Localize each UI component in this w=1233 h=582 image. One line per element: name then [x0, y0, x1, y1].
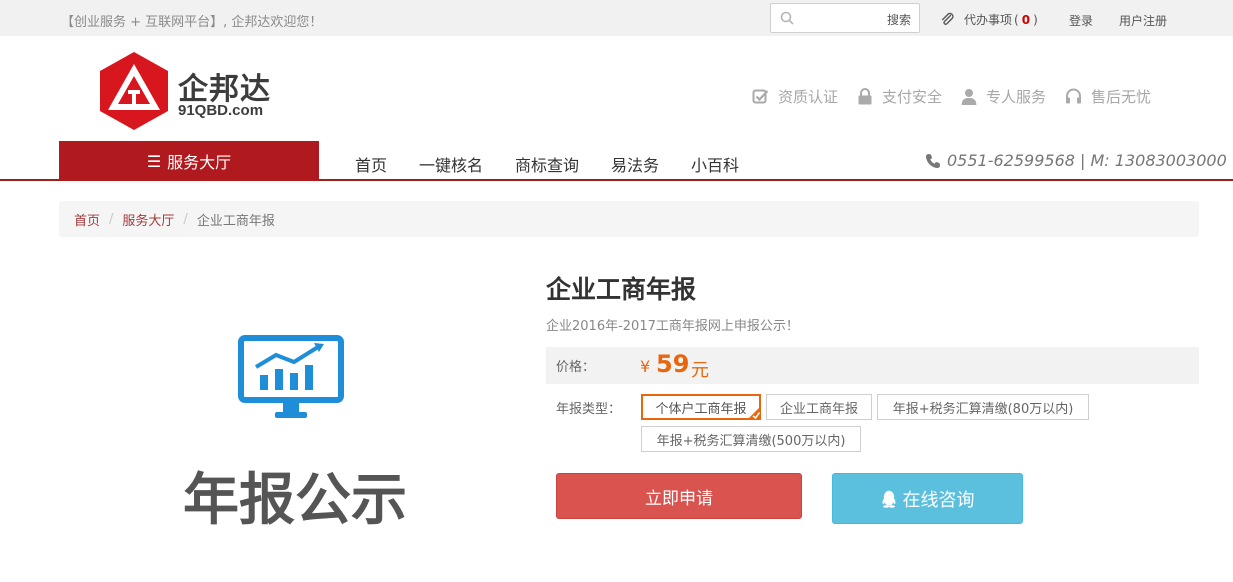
apply-button[interactable]: 立即申请 [556, 473, 802, 519]
welcome-text: 【创业服务 + 互联网平台】, 企邦达欢迎您！ [61, 15, 323, 30]
todo-paren-open: ( [1014, 12, 1019, 27]
lock-icon [858, 88, 872, 105]
todo-label: 代办事项 [964, 13, 1013, 27]
apply-button-label: 立即申请 [645, 488, 713, 509]
breadcrumb-current: 企业工商年报 [196, 213, 275, 229]
todo-paren-close: ) [1033, 12, 1038, 27]
menu-icon: ☰ [146, 151, 162, 171]
price-label: 价格： [556, 360, 596, 375]
login-link[interactable]: 登录 [1069, 12, 1093, 29]
monitor-chart-icon [238, 335, 344, 418]
logo-domain-text: 91QBD.com [178, 102, 264, 119]
nav-item-name-check[interactable]: 一键核名 [419, 152, 483, 176]
nav-item-legal[interactable]: 易法务 [611, 152, 659, 176]
option-label: 个体户工商年报 [655, 401, 747, 417]
todo-count: 0 [1021, 12, 1031, 27]
badge-label: 支付安全 [882, 88, 943, 106]
headphones-icon [1066, 88, 1082, 104]
top-bar: 【创业服务 + 互联网平台】, 企邦达欢迎您！ 搜索 代办事项 ( 0 ) 登录… [0, 0, 1233, 36]
badge-label: 专人服务 [986, 88, 1047, 106]
main-nav: ☰ 服务大厅 首页 一键核名 商标查询 易法务 小百科 0551-6259956… [0, 141, 1233, 181]
badge-label: 资质认证 [778, 88, 839, 106]
site-logo[interactable]: 企邦达 91QBD.com [98, 50, 280, 132]
check-square-icon [752, 89, 769, 104]
nav-item-trademark[interactable]: 商标查询 [515, 152, 579, 176]
breadcrumb-separator: / [109, 211, 114, 227]
option-individual-report[interactable]: 个体户工商年报 [641, 394, 761, 420]
nav-item-wiki[interactable]: 小百科 [691, 152, 739, 176]
service-badges: 资质认证 支付安全 专人服务 售后无忧 [752, 86, 1170, 107]
breadcrumb-service-hall[interactable]: 服务大厅 [122, 210, 174, 229]
price-row: 价格： ¥ 59 元 [546, 347, 1199, 384]
price-unit: 元 [691, 360, 709, 381]
option-label: 年报+税务汇算清缴(500万以内) [656, 433, 846, 449]
badge-payment: 支付安全 [857, 86, 942, 107]
qq-icon [882, 490, 895, 508]
badge-service: 专人服务 [961, 86, 1046, 107]
product-subtitle: 企业2016年-2017工商年报网上申报公示！ [546, 319, 799, 334]
phone-text: 0551-62599568 | M: 13083003000 [947, 151, 1227, 170]
selected-check-icon [747, 406, 761, 420]
badge-aftersales: 售后无忧 [1065, 86, 1151, 107]
product-title: 企业工商年报 [546, 275, 697, 304]
nav-item-home[interactable]: 首页 [355, 152, 387, 176]
option-report-tax-80w[interactable]: 年报+税务汇算清缴(80万以内) [877, 394, 1089, 420]
consult-button[interactable]: 在线咨询 [832, 473, 1023, 524]
user-icon [961, 89, 977, 105]
product-image-text: 年报公示 [183, 468, 407, 533]
product-image: 年报公示 [180, 330, 410, 533]
service-hall-label: 服务大厅 [167, 153, 232, 172]
breadcrumb: 首页 / 服务大厅 / 企业工商年报 [59, 201, 1199, 237]
phone-icon [926, 153, 940, 168]
paperclip-icon [941, 12, 954, 25]
option-label: 年报+税务汇算清缴(80万以内) [892, 401, 1074, 417]
price-currency: ¥ [640, 357, 651, 376]
option-enterprise-report[interactable]: 企业工商年报 [766, 394, 872, 420]
breadcrumb-home[interactable]: 首页 [74, 210, 100, 229]
search-input[interactable] [801, 9, 881, 27]
service-hall-button[interactable]: ☰ 服务大厅 [59, 141, 319, 181]
report-type-label: 年报类型： [556, 402, 622, 417]
search-button[interactable]: 搜索 [887, 11, 911, 28]
logo-mark-icon [100, 52, 168, 130]
badge-qualification: 资质认证 [752, 86, 838, 107]
search-icon [780, 11, 794, 25]
contact-phone: 0551-62599568 | M: 13083003000 [925, 151, 1227, 170]
search-box[interactable]: 搜索 [770, 3, 920, 33]
breadcrumb-separator: / [183, 211, 188, 227]
consult-button-label: 在线咨询 [902, 489, 975, 511]
option-report-tax-500w[interactable]: 年报+税务汇算清缴(500万以内) [641, 426, 861, 452]
option-label: 企业工商年报 [779, 401, 858, 417]
register-link[interactable]: 用户注册 [1119, 12, 1167, 29]
todo-link[interactable]: 代办事项 ( 0 ) [940, 11, 1038, 28]
badge-label: 售后无忧 [1091, 88, 1152, 106]
price-value: 59 [656, 350, 690, 378]
